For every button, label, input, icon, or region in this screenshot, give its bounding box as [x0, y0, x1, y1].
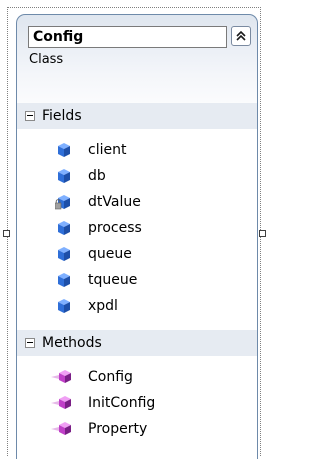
field-icon — [55, 219, 73, 237]
resize-handle-right[interactable] — [259, 230, 266, 237]
class-stereotype: Class — [29, 52, 64, 67]
method-name: Config — [88, 369, 133, 385]
method-name: Property — [88, 421, 148, 437]
collapse-shape-button[interactable] — [231, 26, 251, 46]
field-item[interactable]: xpdl — [17, 293, 257, 319]
field-name: tqueue — [88, 272, 138, 288]
field-name: xpdl — [88, 298, 118, 314]
field-item[interactable]: dtValue — [17, 189, 257, 215]
methods-header[interactable]: Methods — [17, 330, 257, 356]
field-name: queue — [88, 246, 132, 262]
method-item[interactable]: Property — [17, 416, 257, 442]
method-name: InitConfig — [88, 395, 156, 411]
field-item[interactable]: client — [17, 137, 257, 163]
method-item[interactable]: Config — [17, 364, 257, 390]
fields-header[interactable]: Fields — [17, 103, 257, 129]
methods-header-label: Methods — [42, 335, 102, 351]
class-name: Config — [33, 29, 84, 45]
field-icon — [55, 245, 73, 263]
field-icon — [55, 141, 73, 159]
field-item[interactable]: process — [17, 215, 257, 241]
field-icon — [55, 297, 73, 315]
field-item[interactable]: db — [17, 163, 257, 189]
field-item[interactable]: tqueue — [17, 267, 257, 293]
field-name: client — [88, 142, 127, 158]
method-icon — [51, 394, 71, 412]
class-shape[interactable]: Config Class Fields client db dtValue proce… — [16, 14, 258, 459]
field-name: process — [88, 220, 142, 236]
method-icon — [51, 368, 71, 386]
collapse-minus-icon[interactable] — [25, 338, 35, 348]
field-icon — [55, 271, 73, 289]
class-name-box[interactable]: Config — [28, 26, 227, 48]
field-icon — [55, 167, 73, 185]
collapse-minus-icon[interactable] — [25, 111, 35, 121]
fields-header-label: Fields — [42, 108, 82, 124]
resize-handle-left[interactable] — [3, 230, 10, 237]
private-field-icon — [54, 193, 73, 211]
method-item[interactable]: InitConfig — [17, 390, 257, 416]
field-name: db — [88, 168, 106, 184]
field-name: dtValue — [88, 194, 141, 210]
class-diagram-canvas: Config Class Fields client db dtValue proce… — [0, 0, 267, 459]
method-icon — [51, 420, 71, 438]
field-item[interactable]: queue — [17, 241, 257, 267]
chevron-double-up-icon — [236, 30, 246, 41]
